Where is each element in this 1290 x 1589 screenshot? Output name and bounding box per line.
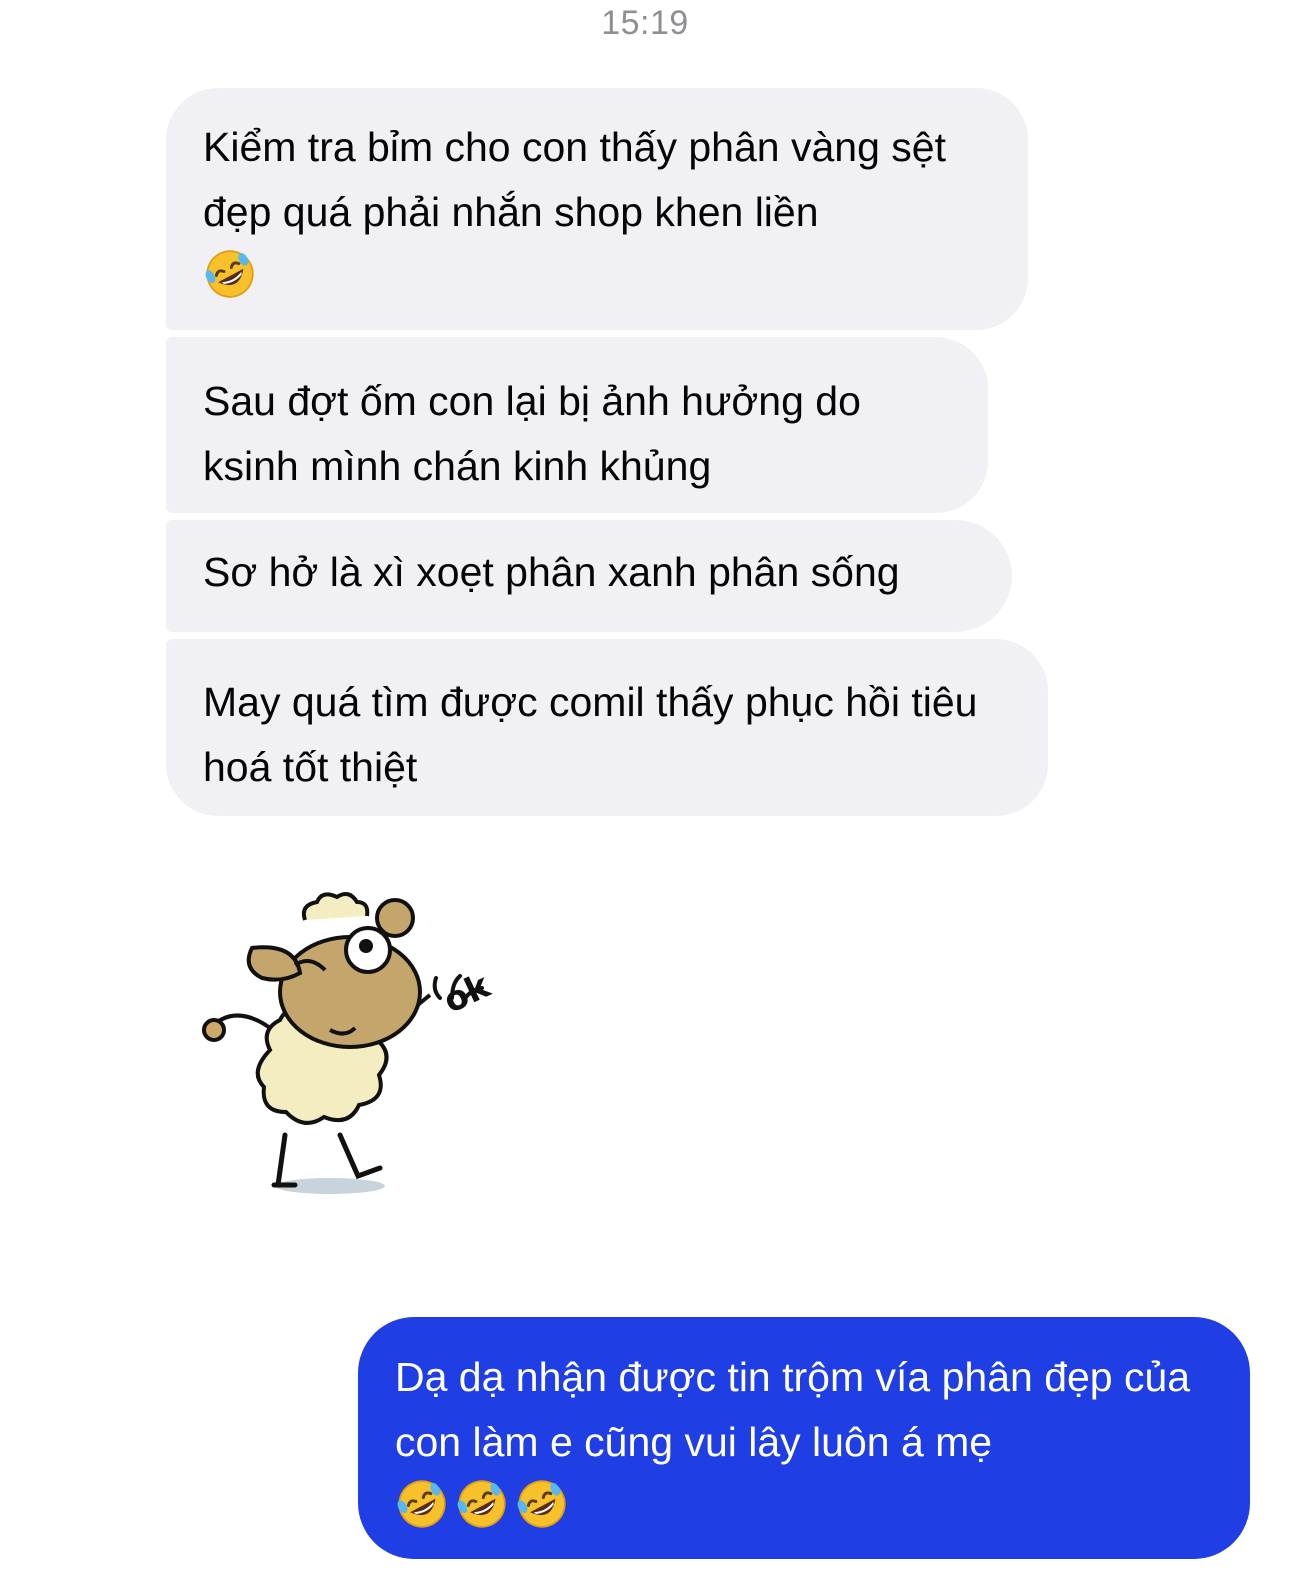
incoming-message-bubble[interactable]: Kiểm tra bỉm cho con thấy phân vàng sệt … <box>166 88 1028 330</box>
message-text: Dạ dạ nhận được tin trộm vía phân đẹp củ… <box>395 1354 1191 1465</box>
sticker-ok-text: ok <box>438 965 498 1021</box>
rolling-on-floor-laughing-emoji-icon <box>515 1477 569 1531</box>
incoming-message-bubble[interactable]: Sơ hở là xì xoẹt phân xanh phân sống <box>166 520 1012 632</box>
sheep-ok-sticker-icon[interactable]: ok <box>190 880 530 1200</box>
message-text: Sơ hở là xì xoẹt phân xanh phân sống <box>203 549 900 595</box>
message-text: May quá tìm được comil thấy phục hồi tiê… <box>203 679 978 790</box>
incoming-message-bubble[interactable]: May quá tìm được comil thấy phục hồi tiê… <box>166 639 1048 816</box>
incoming-message-bubble[interactable]: Sau đợt ốm con lại bị ảnh hưởng do ksinh… <box>166 337 988 513</box>
message-text: Kiểm tra bỉm cho con thấy phân vàng sệt … <box>203 124 946 235</box>
rolling-on-floor-laughing-emoji-icon <box>395 1477 449 1531</box>
outgoing-message-bubble[interactable]: Dạ dạ nhận được tin trộm vía phân đẹp củ… <box>358 1317 1250 1559</box>
message-timestamp: 15:19 <box>601 4 689 42</box>
rolling-on-floor-laughing-emoji-icon <box>203 247 257 301</box>
rolling-on-floor-laughing-emoji-icon <box>455 1477 509 1531</box>
message-text: Sau đợt ốm con lại bị ảnh hưởng do ksinh… <box>203 378 861 489</box>
